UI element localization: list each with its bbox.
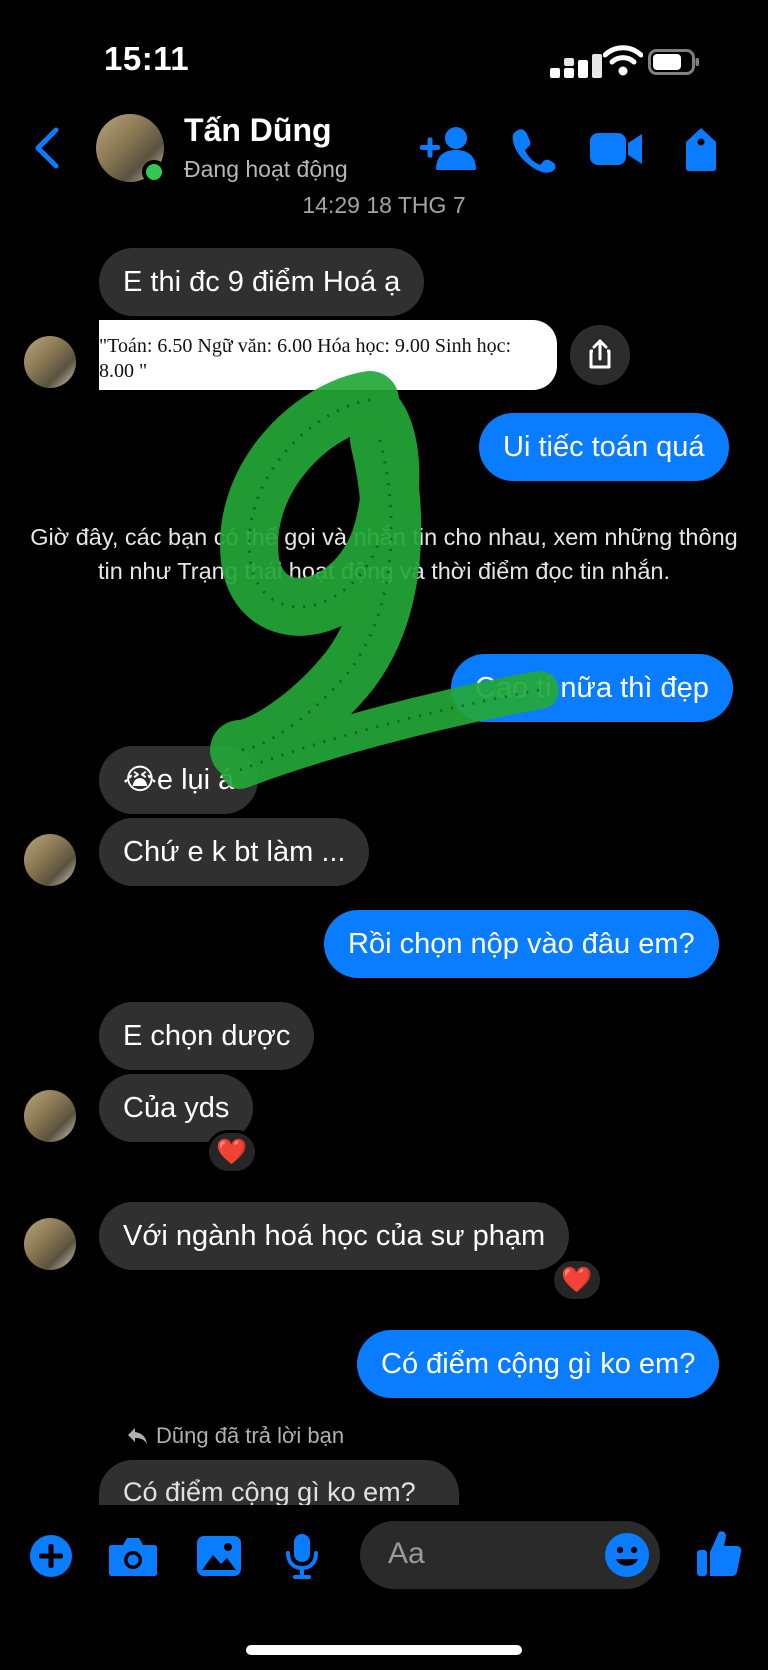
message-input-placeholder: Aa bbox=[388, 1537, 425, 1570]
message-bubble-incoming[interactable]: Với ngành hoá học của sư phạm bbox=[99, 1202, 570, 1270]
thread-timestamp: 14:29 18 THG 7 bbox=[302, 192, 466, 218]
document-preview-message[interactable]: "Toán: 6.50 Ngữ văn: 6.00 Hóa học: 9.00 … bbox=[99, 320, 557, 390]
video-call-icon[interactable] bbox=[590, 124, 644, 174]
microphone-icon[interactable] bbox=[284, 1533, 320, 1579]
camera-icon[interactable] bbox=[108, 1533, 158, 1579]
back-chevron-icon[interactable] bbox=[32, 126, 62, 170]
system-notice: Giờ đây, các bạn có thể gọi và nhắn tin … bbox=[30, 524, 738, 584]
battery-icon bbox=[648, 49, 699, 75]
contact-name[interactable]: Tấn Dũng bbox=[184, 112, 332, 149]
online-indicator bbox=[142, 160, 166, 184]
add-person-icon[interactable] bbox=[420, 124, 476, 174]
contact-avatar-small[interactable] bbox=[24, 1090, 76, 1142]
wifi-icon bbox=[603, 45, 643, 76]
thumbs-up-icon[interactable] bbox=[696, 1528, 742, 1578]
heart-reaction[interactable]: ❤️ bbox=[206, 1130, 258, 1174]
message-bubble-incoming[interactable]: 😭e lụi á bbox=[99, 746, 259, 814]
message-bubble-incoming[interactable]: E chọn dược bbox=[99, 1002, 315, 1070]
message-bubble-incoming[interactable]: Chứ e k bt làm ... bbox=[99, 818, 370, 886]
contact-status: Đang hoạt động bbox=[184, 156, 348, 182]
contact-avatar-small[interactable] bbox=[24, 1218, 76, 1270]
home-indicator bbox=[246, 1645, 522, 1655]
heart-reaction[interactable]: ❤️ bbox=[551, 1258, 603, 1302]
gallery-icon[interactable] bbox=[196, 1533, 242, 1579]
contact-avatar-small[interactable] bbox=[24, 336, 76, 388]
plus-icon[interactable] bbox=[28, 1533, 74, 1579]
reply-arrow-icon bbox=[128, 1428, 147, 1444]
message-bubble-outgoing[interactable]: Rồi chọn nộp vào đâu em? bbox=[324, 910, 719, 978]
message-bubble-outgoing[interactable]: Ui tiếc toán quá bbox=[479, 413, 729, 481]
contact-avatar-small[interactable] bbox=[24, 834, 76, 886]
message-bubble-outgoing[interactable]: Cao tí nữa thì đẹp bbox=[451, 654, 733, 722]
status-time: 15:11 bbox=[104, 40, 190, 77]
reply-note: Dũng đã trả lời bạn bbox=[156, 1423, 345, 1448]
message-bubble-outgoing[interactable]: Có điểm cộng gì ko em? bbox=[357, 1330, 720, 1398]
message-bubble-incoming[interactable]: E thi đc 9 điểm Hoá ạ bbox=[99, 248, 425, 316]
emoji-icon[interactable] bbox=[604, 1532, 650, 1578]
voice-call-icon[interactable] bbox=[510, 124, 556, 174]
share-icon[interactable] bbox=[570, 325, 630, 385]
chat-info-icon[interactable] bbox=[682, 124, 720, 174]
